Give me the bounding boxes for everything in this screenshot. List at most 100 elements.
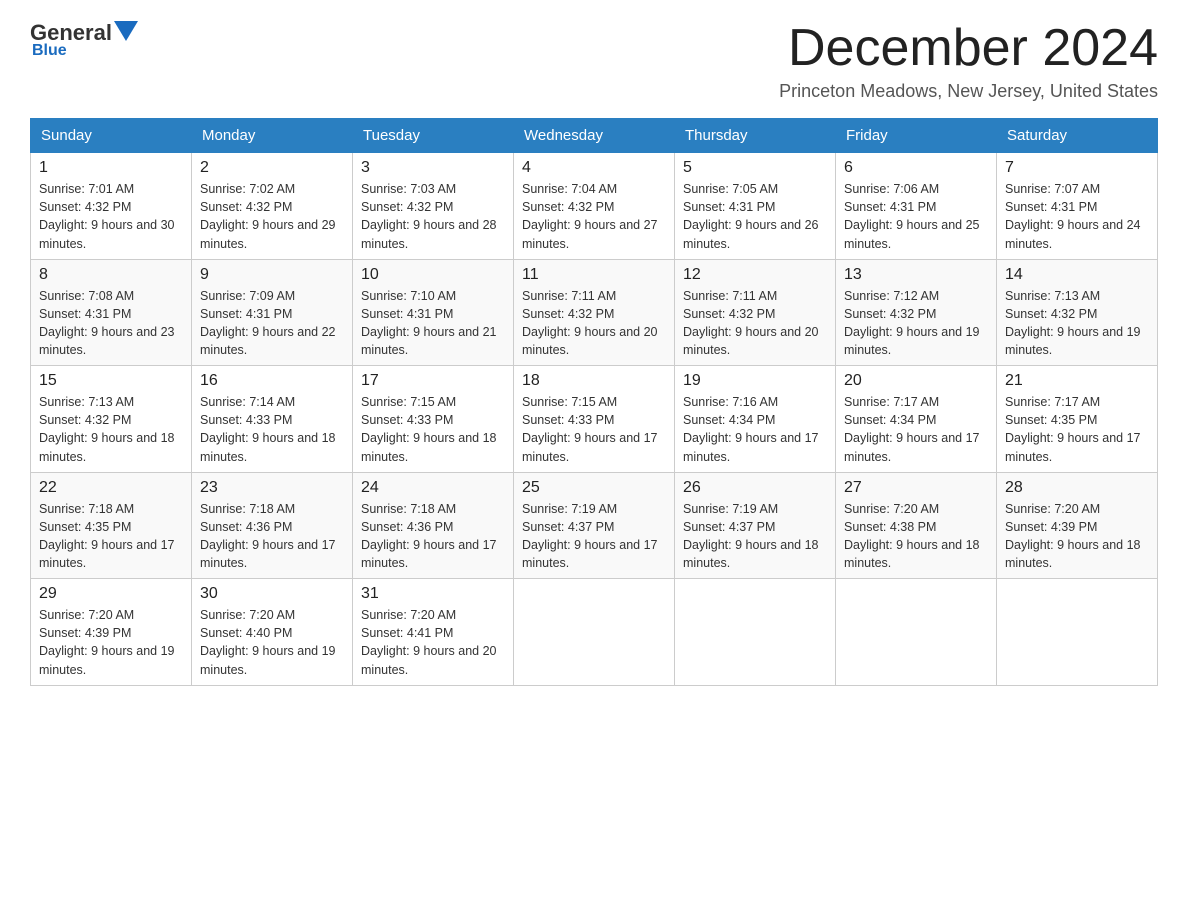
day-number: 16 <box>200 372 344 390</box>
table-row: 1 Sunrise: 7:01 AM Sunset: 4:32 PM Dayli… <box>31 153 192 260</box>
day-number: 20 <box>844 372 988 390</box>
table-row: 16 Sunrise: 7:14 AM Sunset: 4:33 PM Dayl… <box>192 366 353 473</box>
day-info: Sunrise: 7:20 AM Sunset: 4:39 PM Dayligh… <box>1005 500 1149 573</box>
col-monday: Monday <box>192 119 353 153</box>
calendar-week-row: 1 Sunrise: 7:01 AM Sunset: 4:32 PM Dayli… <box>31 153 1158 260</box>
day-info: Sunrise: 7:11 AM Sunset: 4:32 PM Dayligh… <box>683 287 827 360</box>
month-title: December 2024 <box>779 20 1158 77</box>
day-number: 12 <box>683 266 827 284</box>
day-number: 23 <box>200 479 344 497</box>
table-row: 26 Sunrise: 7:19 AM Sunset: 4:37 PM Dayl… <box>675 472 836 579</box>
calendar-week-row: 8 Sunrise: 7:08 AM Sunset: 4:31 PM Dayli… <box>31 259 1158 366</box>
logo-triangle-icon <box>114 21 138 41</box>
table-row: 9 Sunrise: 7:09 AM Sunset: 4:31 PM Dayli… <box>192 259 353 366</box>
table-row: 21 Sunrise: 7:17 AM Sunset: 4:35 PM Dayl… <box>997 366 1158 473</box>
table-row: 23 Sunrise: 7:18 AM Sunset: 4:36 PM Dayl… <box>192 472 353 579</box>
calendar-table: Sunday Monday Tuesday Wednesday Thursday… <box>30 118 1158 686</box>
day-info: Sunrise: 7:08 AM Sunset: 4:31 PM Dayligh… <box>39 287 183 360</box>
table-row: 22 Sunrise: 7:18 AM Sunset: 4:35 PM Dayl… <box>31 472 192 579</box>
day-number: 10 <box>361 266 505 284</box>
day-info: Sunrise: 7:15 AM Sunset: 4:33 PM Dayligh… <box>522 393 666 466</box>
col-saturday: Saturday <box>997 119 1158 153</box>
day-info: Sunrise: 7:14 AM Sunset: 4:33 PM Dayligh… <box>200 393 344 466</box>
col-friday: Friday <box>836 119 997 153</box>
day-number: 31 <box>361 585 505 603</box>
day-info: Sunrise: 7:20 AM Sunset: 4:40 PM Dayligh… <box>200 606 344 679</box>
day-info: Sunrise: 7:20 AM Sunset: 4:38 PM Dayligh… <box>844 500 988 573</box>
day-number: 19 <box>683 372 827 390</box>
table-row: 7 Sunrise: 7:07 AM Sunset: 4:31 PM Dayli… <box>997 153 1158 260</box>
table-row <box>997 579 1158 686</box>
day-info: Sunrise: 7:18 AM Sunset: 4:36 PM Dayligh… <box>200 500 344 573</box>
day-number: 17 <box>361 372 505 390</box>
logo-blue-text: Blue <box>32 42 67 60</box>
day-number: 13 <box>844 266 988 284</box>
table-row: 10 Sunrise: 7:10 AM Sunset: 4:31 PM Dayl… <box>353 259 514 366</box>
day-info: Sunrise: 7:20 AM Sunset: 4:41 PM Dayligh… <box>361 606 505 679</box>
logo: General Blue <box>30 20 140 60</box>
day-info: Sunrise: 7:19 AM Sunset: 4:37 PM Dayligh… <box>683 500 827 573</box>
day-info: Sunrise: 7:07 AM Sunset: 4:31 PM Dayligh… <box>1005 180 1149 253</box>
table-row: 20 Sunrise: 7:17 AM Sunset: 4:34 PM Dayl… <box>836 366 997 473</box>
day-number: 9 <box>200 266 344 284</box>
day-info: Sunrise: 7:13 AM Sunset: 4:32 PM Dayligh… <box>1005 287 1149 360</box>
table-row: 5 Sunrise: 7:05 AM Sunset: 4:31 PM Dayli… <box>675 153 836 260</box>
table-row: 28 Sunrise: 7:20 AM Sunset: 4:39 PM Dayl… <box>997 472 1158 579</box>
day-info: Sunrise: 7:13 AM Sunset: 4:32 PM Dayligh… <box>39 393 183 466</box>
day-info: Sunrise: 7:09 AM Sunset: 4:31 PM Dayligh… <box>200 287 344 360</box>
table-row: 18 Sunrise: 7:15 AM Sunset: 4:33 PM Dayl… <box>514 366 675 473</box>
table-row: 31 Sunrise: 7:20 AM Sunset: 4:41 PM Dayl… <box>353 579 514 686</box>
calendar-week-row: 22 Sunrise: 7:18 AM Sunset: 4:35 PM Dayl… <box>31 472 1158 579</box>
day-number: 21 <box>1005 372 1149 390</box>
calendar-week-row: 15 Sunrise: 7:13 AM Sunset: 4:32 PM Dayl… <box>31 366 1158 473</box>
page-wrapper: General Blue December 2024 Princeton Mea… <box>30 20 1158 686</box>
day-number: 25 <box>522 479 666 497</box>
day-info: Sunrise: 7:17 AM Sunset: 4:34 PM Dayligh… <box>844 393 988 466</box>
day-number: 26 <box>683 479 827 497</box>
day-number: 30 <box>200 585 344 603</box>
day-info: Sunrise: 7:02 AM Sunset: 4:32 PM Dayligh… <box>200 180 344 253</box>
day-number: 1 <box>39 159 183 177</box>
table-row: 4 Sunrise: 7:04 AM Sunset: 4:32 PM Dayli… <box>514 153 675 260</box>
day-info: Sunrise: 7:15 AM Sunset: 4:33 PM Dayligh… <box>361 393 505 466</box>
table-row <box>836 579 997 686</box>
table-row: 17 Sunrise: 7:15 AM Sunset: 4:33 PM Dayl… <box>353 366 514 473</box>
day-number: 11 <box>522 266 666 284</box>
table-row: 13 Sunrise: 7:12 AM Sunset: 4:32 PM Dayl… <box>836 259 997 366</box>
day-number: 14 <box>1005 266 1149 284</box>
table-row: 30 Sunrise: 7:20 AM Sunset: 4:40 PM Dayl… <box>192 579 353 686</box>
day-number: 8 <box>39 266 183 284</box>
col-thursday: Thursday <box>675 119 836 153</box>
table-row: 11 Sunrise: 7:11 AM Sunset: 4:32 PM Dayl… <box>514 259 675 366</box>
table-row: 19 Sunrise: 7:16 AM Sunset: 4:34 PM Dayl… <box>675 366 836 473</box>
day-info: Sunrise: 7:20 AM Sunset: 4:39 PM Dayligh… <box>39 606 183 679</box>
header: General Blue December 2024 Princeton Mea… <box>30 20 1158 102</box>
table-row: 24 Sunrise: 7:18 AM Sunset: 4:36 PM Dayl… <box>353 472 514 579</box>
table-row: 15 Sunrise: 7:13 AM Sunset: 4:32 PM Dayl… <box>31 366 192 473</box>
day-number: 7 <box>1005 159 1149 177</box>
day-info: Sunrise: 7:18 AM Sunset: 4:36 PM Dayligh… <box>361 500 505 573</box>
title-area: December 2024 Princeton Meadows, New Jer… <box>779 20 1158 102</box>
day-info: Sunrise: 7:12 AM Sunset: 4:32 PM Dayligh… <box>844 287 988 360</box>
day-number: 6 <box>844 159 988 177</box>
table-row: 29 Sunrise: 7:20 AM Sunset: 4:39 PM Dayl… <box>31 579 192 686</box>
table-row: 8 Sunrise: 7:08 AM Sunset: 4:31 PM Dayli… <box>31 259 192 366</box>
day-number: 24 <box>361 479 505 497</box>
day-info: Sunrise: 7:11 AM Sunset: 4:32 PM Dayligh… <box>522 287 666 360</box>
day-info: Sunrise: 7:03 AM Sunset: 4:32 PM Dayligh… <box>361 180 505 253</box>
table-row: 2 Sunrise: 7:02 AM Sunset: 4:32 PM Dayli… <box>192 153 353 260</box>
day-number: 28 <box>1005 479 1149 497</box>
day-number: 2 <box>200 159 344 177</box>
day-info: Sunrise: 7:10 AM Sunset: 4:31 PM Dayligh… <box>361 287 505 360</box>
day-info: Sunrise: 7:06 AM Sunset: 4:31 PM Dayligh… <box>844 180 988 253</box>
table-row: 12 Sunrise: 7:11 AM Sunset: 4:32 PM Dayl… <box>675 259 836 366</box>
col-wednesday: Wednesday <box>514 119 675 153</box>
day-number: 29 <box>39 585 183 603</box>
table-row: 3 Sunrise: 7:03 AM Sunset: 4:32 PM Dayli… <box>353 153 514 260</box>
day-info: Sunrise: 7:05 AM Sunset: 4:31 PM Dayligh… <box>683 180 827 253</box>
table-row: 27 Sunrise: 7:20 AM Sunset: 4:38 PM Dayl… <box>836 472 997 579</box>
day-info: Sunrise: 7:19 AM Sunset: 4:37 PM Dayligh… <box>522 500 666 573</box>
calendar-header-row: Sunday Monday Tuesday Wednesday Thursday… <box>31 119 1158 153</box>
table-row: 14 Sunrise: 7:13 AM Sunset: 4:32 PM Dayl… <box>997 259 1158 366</box>
day-info: Sunrise: 7:04 AM Sunset: 4:32 PM Dayligh… <box>522 180 666 253</box>
